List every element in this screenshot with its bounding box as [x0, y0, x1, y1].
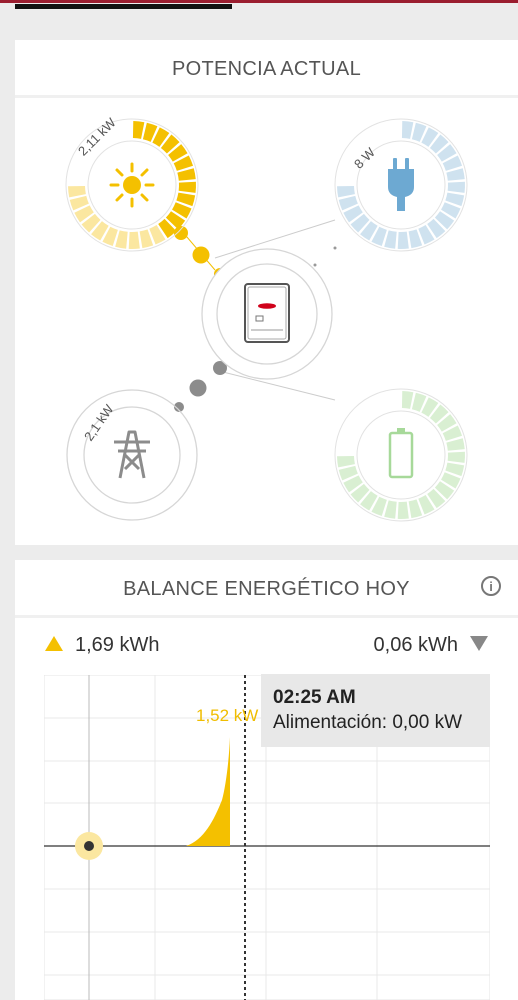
triangle-up-icon: [45, 636, 63, 652]
daily-totals: 1,69 kWh 0,06 kWh: [15, 634, 518, 660]
triangle-down-icon: [470, 636, 488, 652]
gauge-segment: [128, 231, 140, 249]
gauge-segment: [132, 121, 145, 139]
gauge-segment: [401, 391, 414, 409]
peak-label: 1,52 kW: [196, 706, 259, 725]
gauge-segment: [337, 455, 355, 468]
gauge-segment: [115, 230, 128, 249]
gauge-segment: [446, 168, 465, 181]
tab-indicator: [15, 4, 232, 9]
gauge-segment: [337, 185, 355, 198]
info-icon[interactable]: i: [481, 576, 501, 596]
inverter-node: [201, 248, 333, 380]
consumption-flow-dot: [313, 263, 317, 267]
gauge-segment: [447, 181, 465, 193]
current-point: [84, 841, 94, 851]
gauge-segment: [446, 438, 465, 451]
produced-total: 1,69 kWh: [45, 634, 159, 657]
energy-balance-card: BALANCE ENERGÉTICO HOY i 1,69 kWh 0,06 k…: [15, 560, 518, 1000]
current-power-card: POTENCIA ACTUAL 2,11 kW 8 W 2,1 kW: [15, 40, 518, 545]
solar-flow-dot: [192, 246, 210, 264]
gauge-segment: [384, 230, 397, 249]
inverter-icon: [244, 283, 290, 343]
solar-flow-dot: [174, 226, 188, 240]
consumption-flow-dot: [333, 246, 337, 250]
tooltip-time: 02:25 AM: [273, 687, 356, 708]
sun-icon: [109, 162, 155, 208]
gauge-segment: [177, 168, 196, 181]
tooltip-feed-in: Alimentación: 0,00 kW: [273, 712, 463, 733]
gauge-segment: [397, 231, 409, 249]
battery-ring: [334, 388, 468, 522]
app-top-bar: [0, 0, 518, 3]
gauge-segment: [401, 121, 414, 139]
fed-in-value: 0,06 kWh: [373, 634, 458, 656]
gauge-segment: [178, 181, 196, 193]
gauge-segment: [68, 185, 86, 198]
produced-value: 1,69 kWh: [75, 634, 160, 656]
energy-flow-diagram: [65, 118, 468, 522]
fed-in-total: 0,06 kWh: [374, 634, 488, 657]
grid-flow-dot: [189, 379, 207, 397]
power-tower-icon: [114, 430, 150, 479]
energy-balance-title: BALANCE ENERGÉTICO HOY: [15, 560, 518, 618]
chart-tooltip: 02:25 AM Alimentación: 0,00 kW: [261, 674, 490, 747]
gauge-segment: [384, 500, 397, 519]
gauge-segment: [447, 451, 465, 463]
gauge-segment: [397, 501, 409, 519]
